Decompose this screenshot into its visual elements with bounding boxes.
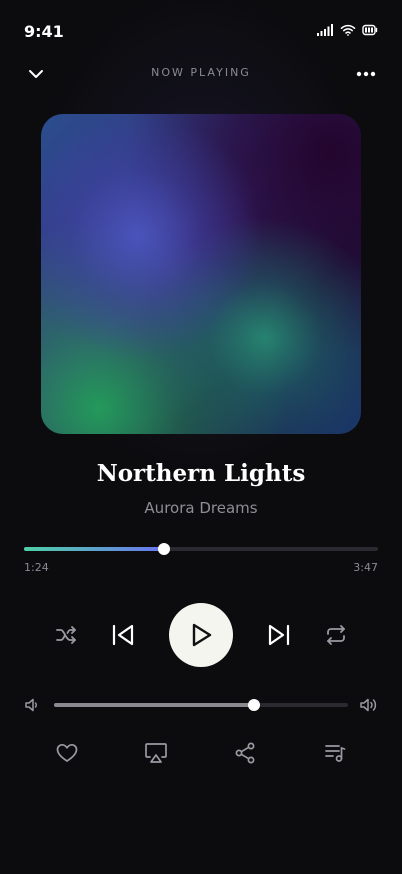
shuffle-icon[interactable] [54,623,78,647]
playback-controls [0,603,402,667]
header: NOW PLAYING [0,58,402,90]
volume-fill [54,703,254,707]
airplay-icon[interactable] [141,738,171,768]
skip-next-icon[interactable] [264,621,294,649]
heart-icon[interactable] [52,738,82,768]
play-icon [189,622,213,648]
progress-thumb[interactable] [157,543,170,555]
play-button[interactable] [169,603,233,667]
status-bar: 9:41 [0,0,402,60]
now-playing-label: NOW PLAYING [151,66,251,79]
elapsed-time: 1:24 [24,561,49,574]
action-bar [0,738,402,768]
progress-fill [24,547,164,551]
volume-low-icon[interactable] [24,697,40,717]
status-icons [317,24,378,36]
cellular-signal-icon [317,24,334,36]
progress-slider[interactable] [24,543,378,555]
more-horizontal-icon[interactable] [354,66,378,82]
wifi-icon [340,24,356,36]
track-title: Northern Lights [96,460,306,487]
volume-thumb[interactable] [247,699,260,711]
skip-previous-icon[interactable] [108,621,138,649]
battery-icon [362,24,378,36]
total-time: 3:47 [353,561,378,574]
queue-icon[interactable] [320,738,350,768]
share-icon[interactable] [230,738,260,768]
repeat-icon[interactable] [324,623,348,647]
volume-control [0,692,402,716]
volume-high-icon[interactable] [359,696,379,718]
artist-name[interactable]: Aurora Dreams [0,499,402,517]
album-artwork [41,114,361,434]
status-time: 9:41 [24,22,64,41]
